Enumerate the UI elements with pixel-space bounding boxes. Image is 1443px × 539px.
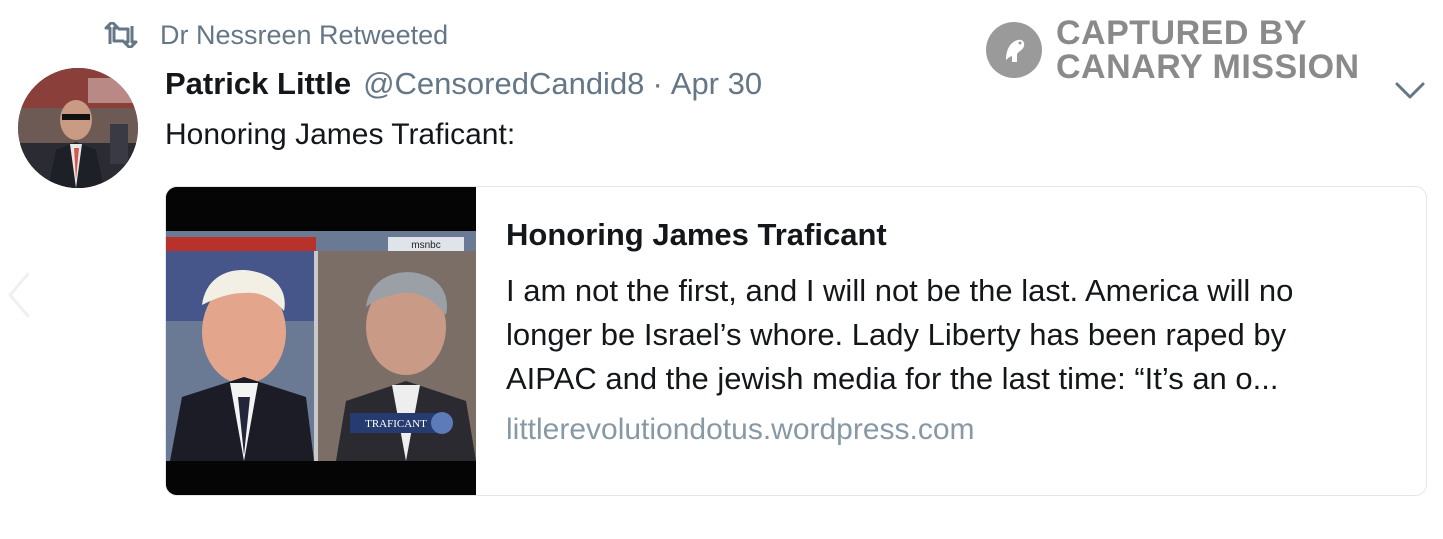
chevron-down-icon[interactable] [1393, 78, 1427, 102]
card-title[interactable]: Honoring James Traficant [506, 217, 1406, 253]
author-name[interactable]: Patrick Little [165, 66, 351, 102]
chevron-left-icon[interactable] [2, 270, 36, 320]
card-body: Honoring James Traficant I am not the fi… [506, 217, 1406, 447]
watermark-line-2: CANARY MISSION [1056, 48, 1360, 86]
avatar[interactable] [18, 68, 138, 188]
network-label: msnbc [411, 240, 440, 251]
separator-dot: · [652, 66, 663, 101]
watermark-line-1: CAPTURED BY [1056, 14, 1308, 52]
tweet-date[interactable]: Apr 30 [671, 66, 762, 102]
image-caption: TRAFICANT [365, 418, 427, 430]
link-preview-card[interactable]: msnbc TRAFICANT Honoring James Traficant… [165, 186, 1427, 496]
card-description-line: AIPAC and the jewish media for the last … [506, 361, 1279, 396]
card-description: I am not the first, and I will not be th… [506, 269, 1406, 401]
retweet-icon [104, 22, 138, 48]
watermark-text: CAPTURED BY CANARY MISSION [1056, 16, 1360, 84]
retweet-label: Dr Nessreen Retweeted [160, 19, 449, 50]
capture-watermark: CAPTURED BY CANARY MISSION [984, 16, 1360, 84]
tweet-text: Honoring James Traficant: [165, 118, 516, 151]
canary-logo-icon [986, 22, 1042, 78]
avatar-image [18, 68, 138, 188]
card-description-line: longer be Israel’s whore. Lady Liberty h… [506, 317, 1287, 352]
retweet-indicator: Dr Nessreen Retweeted [104, 18, 448, 52]
tweet-header: Patrick Little @CensoredCandid8 · Apr 30 [165, 66, 762, 110]
card-thumbnail[interactable]: msnbc TRAFICANT [166, 187, 476, 495]
author-handle[interactable]: @CensoredCandid8 [363, 66, 644, 102]
card-description-line: I am not the first, and I will not be th… [506, 273, 1294, 308]
card-domain[interactable]: littlerevolutiondotus.wordpress.com [506, 413, 1406, 447]
card-thumbnail-image: msnbc TRAFICANT [166, 187, 476, 495]
